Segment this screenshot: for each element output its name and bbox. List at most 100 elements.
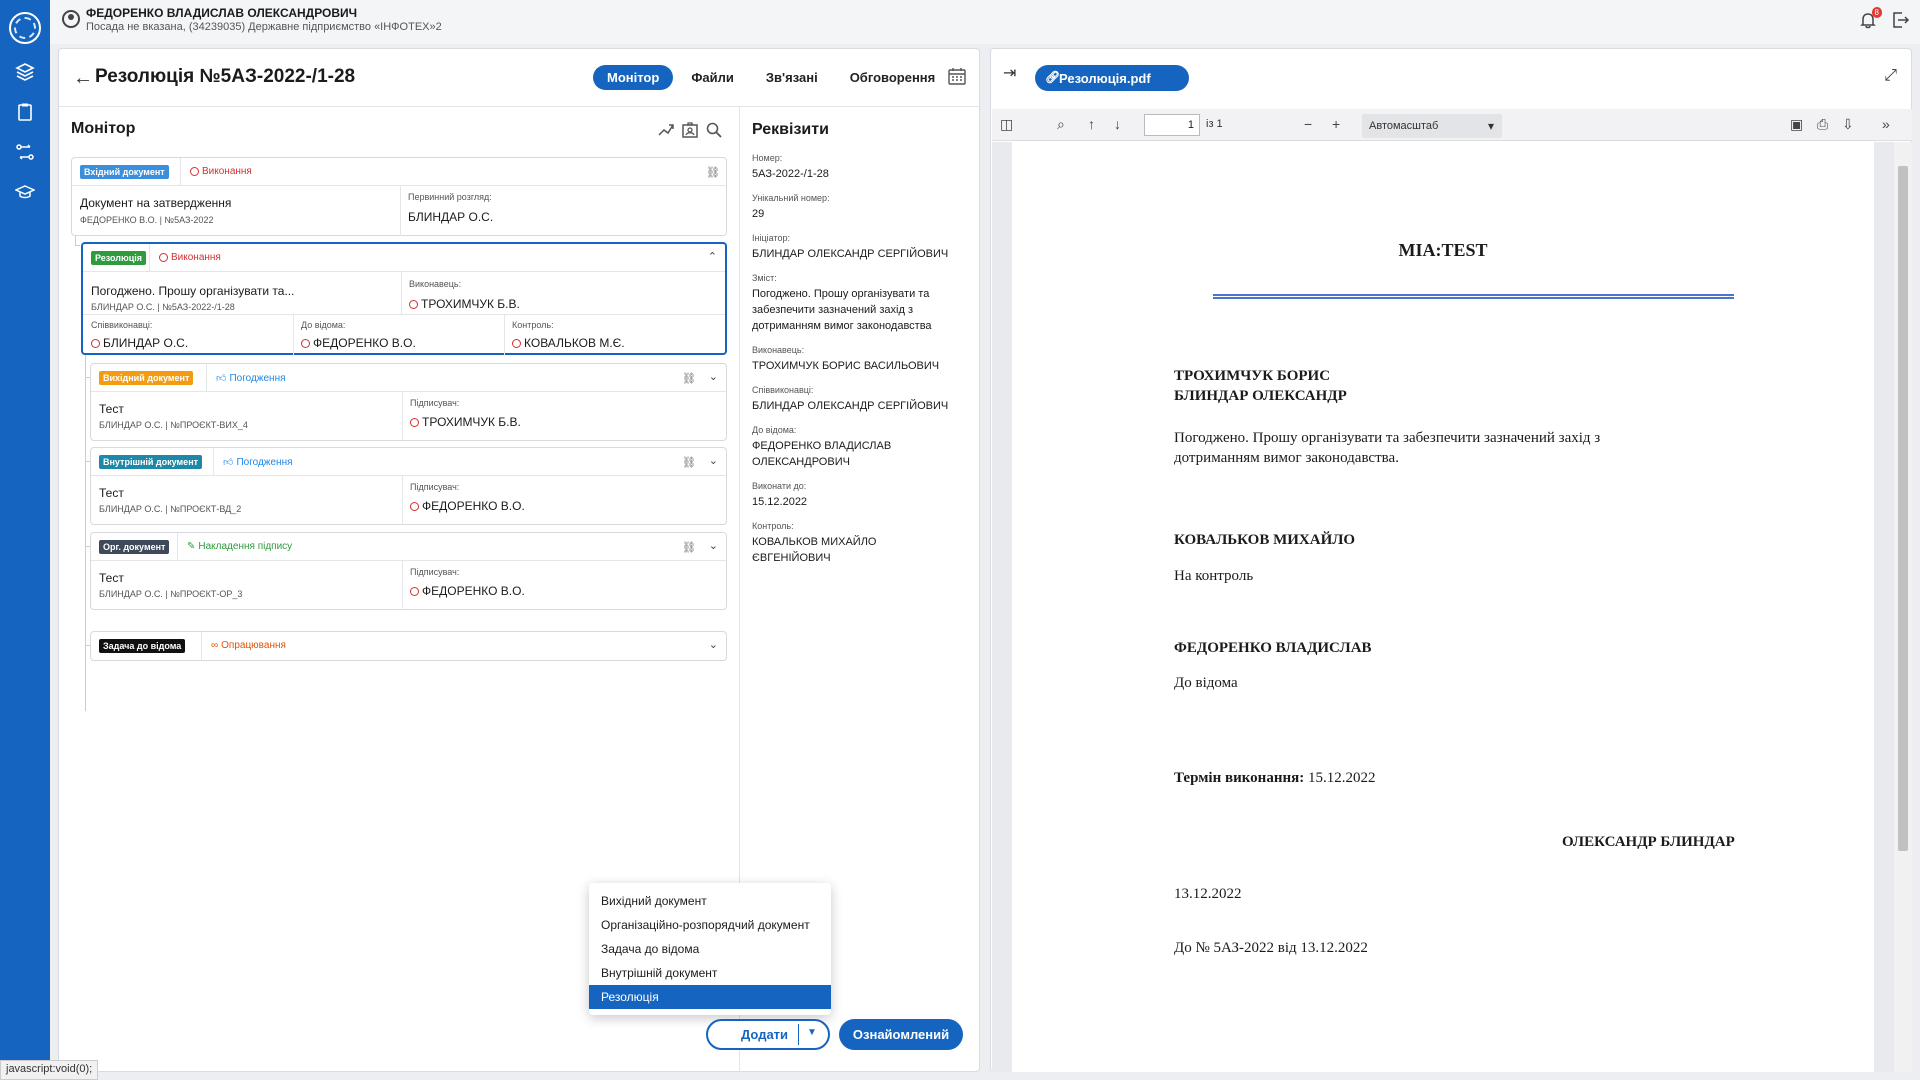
outgoing-document-card[interactable]: Вихідний документ 👍︎ Погодження ⛓ ⌄ Тест … xyxy=(90,363,727,441)
search-icon[interactable] xyxy=(705,121,723,139)
info-label: До відома: xyxy=(301,320,346,330)
more-tools-icon[interactable]: » xyxy=(1882,116,1890,132)
control-text: КОВАЛЬКОВ М.Є. xyxy=(524,336,625,350)
document-name: Тест xyxy=(99,486,124,500)
link-icon[interactable]: ⛓ xyxy=(682,456,696,469)
menu-item-resolution[interactable]: Резолюція xyxy=(589,985,831,1009)
clipboard-icon[interactable] xyxy=(13,100,37,124)
pen-icon: ✎ xyxy=(187,541,196,552)
tab-files[interactable]: Файли xyxy=(677,65,748,90)
pdf-scrollbar[interactable] xyxy=(1894,142,1912,1072)
zoom-out-icon[interactable]: − xyxy=(1304,116,1312,132)
pdf-viewer-toolbar: ◫ ⌕ ↑ ↓ 1 із 1 − + Автомасштаб ▣ ⎙ ⇩ » xyxy=(992,109,1912,141)
app-logo-icon[interactable] xyxy=(9,12,41,44)
header-divider xyxy=(206,364,207,392)
chevron-down-icon[interactable]: ⌄ xyxy=(709,370,718,383)
requisite-label: Зміст: xyxy=(752,273,777,283)
requisite-value: 5АЗ-2022-/1-28 xyxy=(752,168,829,180)
tab-related[interactable]: Зв'язані xyxy=(752,65,832,90)
signer-value: ФЕДОРЕНКО В.О. xyxy=(410,584,525,598)
requisite-unique-number: Унікальний номер: 29 xyxy=(752,193,977,222)
pdf-date: 13.12.2022 xyxy=(1174,886,1242,902)
routes-icon[interactable] xyxy=(13,140,37,164)
link-icon[interactable]: ⛓ xyxy=(682,541,696,554)
add-split-button[interactable]: Додати ▼ xyxy=(706,1019,830,1050)
top-bar: ФЕДОРЕНКО ВЛАДИСЛАВ ОЛЕКСАНДРОВИЧ Посада… xyxy=(50,0,1920,44)
back-arrow-icon[interactable]: ← xyxy=(73,67,93,90)
review-value-text: БЛИНДАР О.С. xyxy=(408,210,494,224)
tab-discussion[interactable]: Обговорення xyxy=(836,65,950,90)
tab-monitor[interactable]: Монітор xyxy=(593,65,674,90)
pdf-file-tab[interactable]: 🔗︎ Резолюція.pdf xyxy=(1035,65,1189,91)
requisite-value: ТРОХИМЧУК БОРИС ВАСИЛЬОВИЧ xyxy=(752,360,940,372)
menu-item-outgoing-document[interactable]: Вихідний документ xyxy=(589,889,831,913)
org-document-card[interactable]: Орг. документ ✎ Накладення підпису ⛓ ⌄ Те… xyxy=(90,532,727,610)
internal-document-card[interactable]: Внутрішній документ 👍︎ Погодження ⛓ ⌄ Тес… xyxy=(90,447,727,525)
requisite-label: Ініціатор: xyxy=(752,233,790,243)
zoom-select[interactable]: Автомасштаб xyxy=(1362,114,1502,138)
scrollbar-thumb[interactable] xyxy=(1898,166,1908,851)
requisite-value: ФЕДОРЕНКО ВЛАДИСЛАВ ОЛЕКСАНДРОВИЧ xyxy=(752,440,892,468)
fullscreen-icon[interactable]: ⤢ xyxy=(1884,67,1897,85)
chevron-down-icon[interactable]: ▼ xyxy=(807,1027,817,1038)
add-button-label: Додати xyxy=(741,1027,789,1042)
print-icon[interactable]: ⎙ xyxy=(1817,116,1828,133)
download-icon[interactable]: ⇩ xyxy=(1842,116,1854,133)
presentation-mode-icon[interactable]: ▣ xyxy=(1790,116,1803,133)
clock-icon xyxy=(512,338,521,348)
column-divider xyxy=(402,476,403,525)
requisite-control: Контроль: КОВАЛЬКОВ МИХАЙЛО ЄВГЕНІЙОВИЧ xyxy=(752,521,977,566)
pdf-deadline-value: 15.12.2022 xyxy=(1307,770,1376,786)
row-divider xyxy=(83,314,725,315)
thumb-up-icon: 👍︎ xyxy=(223,457,234,468)
logout-icon[interactable] xyxy=(1890,10,1912,32)
incoming-document-card[interactable]: Вхідний документ Виконання ⛓ Документ на… xyxy=(71,157,727,236)
acknowledge-button[interactable]: Ознайомлений xyxy=(839,1019,963,1050)
link-icon[interactable]: ⛓ xyxy=(682,372,696,385)
collapse-panel-icon[interactable]: ⇥ xyxy=(1003,63,1016,83)
status-text: Погодження xyxy=(229,372,286,384)
pdf-info-name: ФЕДОРЕНКО ВЛАДИСЛАВ xyxy=(1174,640,1372,656)
next-page-icon[interactable]: ↓ xyxy=(1114,116,1121,132)
search-icon[interactable]: ⌕ xyxy=(1057,116,1065,133)
column-divider xyxy=(293,314,294,355)
header-divider xyxy=(149,244,150,272)
requisite-label: Виконавець: xyxy=(752,345,805,355)
zoom-in-icon[interactable]: + xyxy=(1332,116,1340,132)
menu-item-org-document[interactable]: Організаційно-розпорядчий документ xyxy=(589,913,831,937)
document-name: Документ на затвердження xyxy=(80,196,232,210)
user-avatar-icon[interactable] xyxy=(62,10,80,28)
status-text: Погодження xyxy=(236,456,293,468)
requisite-co-executors: Співвиконавці: БЛИНДАР ОЛЕКСАНДР СЕРГІЙО… xyxy=(752,385,977,414)
thumb-up-icon: 👍︎ xyxy=(216,373,227,384)
graduation-cap-icon[interactable] xyxy=(13,180,37,204)
tree-connector xyxy=(75,245,80,246)
status-text: Виконання xyxy=(202,166,252,177)
chevron-down-icon[interactable]: ⌄ xyxy=(709,454,718,467)
control-value: КОВАЛЬКОВ М.Є. xyxy=(512,336,625,350)
document-type-tag: Вхідний документ xyxy=(80,165,169,179)
chevron-up-icon[interactable]: ⌃ xyxy=(708,250,717,263)
previous-page-icon[interactable]: ↑ xyxy=(1088,116,1095,132)
chevron-down-icon[interactable]: ⌄ xyxy=(709,638,718,651)
pdf-deadline-label: Термін виконання: xyxy=(1174,770,1305,786)
link-icon[interactable]: ⛓ xyxy=(706,166,720,179)
requisite-label: Номер: xyxy=(752,153,783,163)
layers-icon[interactable] xyxy=(13,60,37,84)
monitor-title: Монітор xyxy=(71,120,136,137)
page-number-input[interactable]: 1 xyxy=(1144,114,1200,136)
badge-icon[interactable] xyxy=(681,121,699,139)
co-executors-label: Співвиконавці: xyxy=(91,320,153,330)
share-icon[interactable] xyxy=(657,121,675,139)
document-type-tag: Резолюція xyxy=(91,251,146,265)
calendar-icon[interactable] xyxy=(947,66,967,86)
notifications-bell-icon[interactable]: 8 xyxy=(1858,7,1882,32)
chevron-down-icon[interactable]: ⌄ xyxy=(709,539,718,552)
sidebar-toggle-icon[interactable]: ◫ xyxy=(1000,116,1013,133)
info-task-card[interactable]: Задача до відома ∞ Опрацювання ⌄ xyxy=(90,631,727,661)
column-divider xyxy=(504,314,505,355)
menu-item-internal-document[interactable]: Внутрішній документ xyxy=(589,961,831,985)
signer-label: Підписувач: xyxy=(410,482,460,492)
resolution-card[interactable]: Резолюція Виконання ⌃ Погоджено. Прошу о… xyxy=(81,242,727,355)
menu-item-info-task[interactable]: Задача до відома xyxy=(589,937,831,961)
